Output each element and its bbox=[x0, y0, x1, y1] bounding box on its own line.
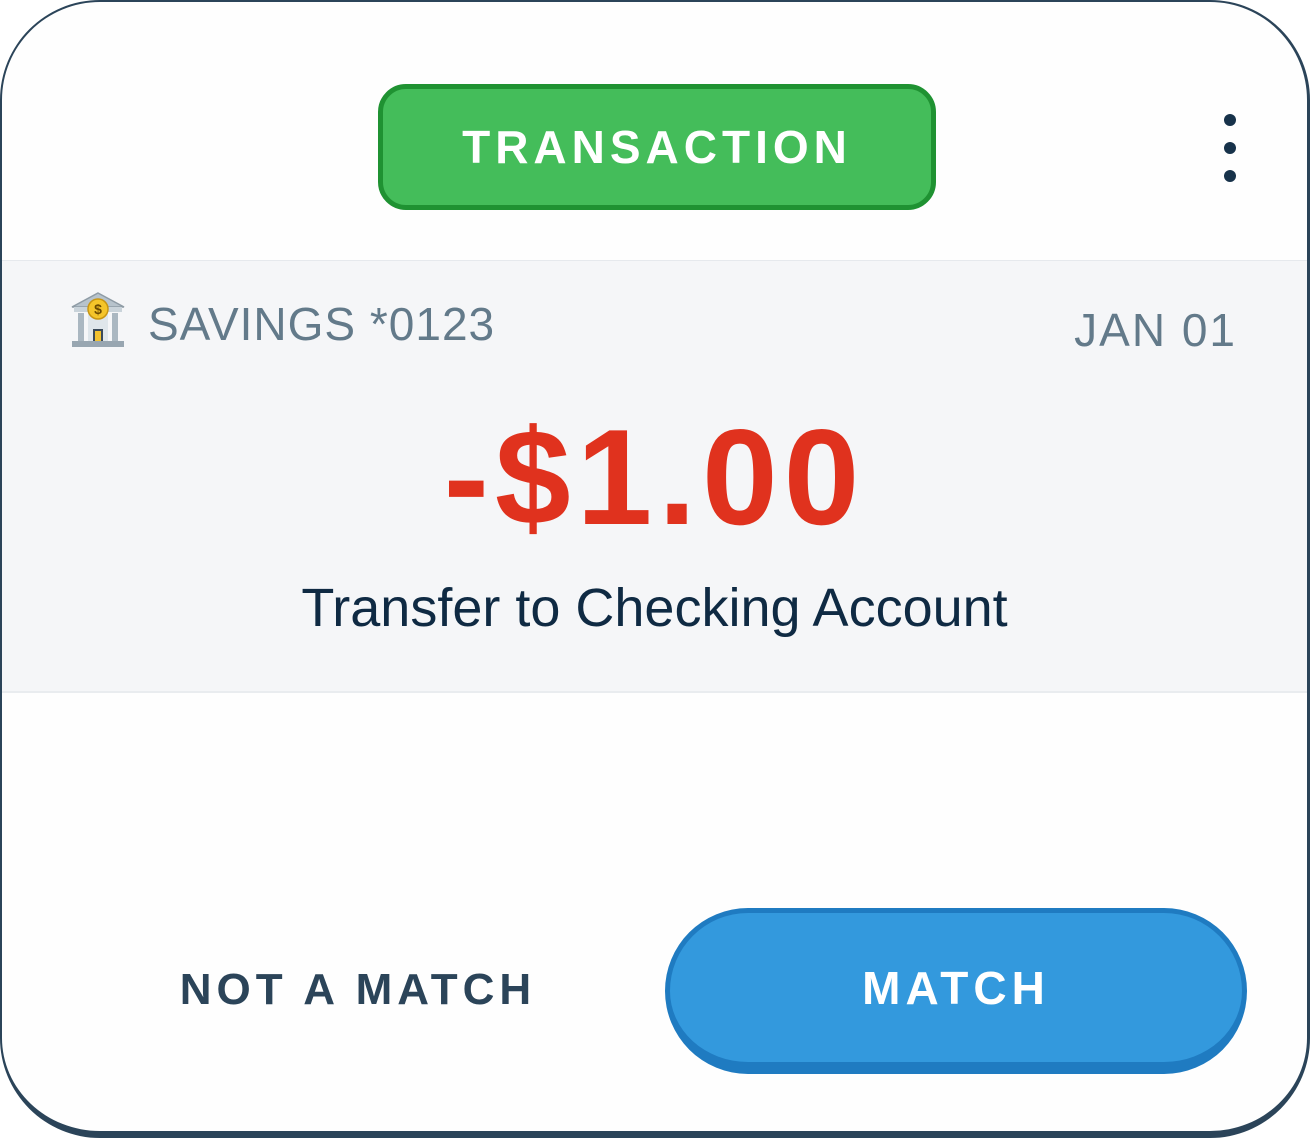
account-label: SAVINGS *0123 bbox=[148, 298, 496, 350]
card-header: TRANSACTION bbox=[2, 2, 1307, 260]
svg-text:$: $ bbox=[94, 301, 102, 317]
match-button[interactable]: MATCH bbox=[665, 908, 1247, 1074]
more-dot bbox=[1224, 114, 1236, 126]
transaction-date: JAN 01 bbox=[1074, 304, 1237, 356]
more-dot bbox=[1224, 142, 1236, 154]
transaction-tag-label: TRANSACTION bbox=[462, 121, 852, 173]
more-vertical-icon[interactable] bbox=[1208, 114, 1252, 182]
transaction-description: Transfer to Checking Account bbox=[301, 578, 1008, 638]
transaction-amount: -$1.00 bbox=[443, 401, 866, 553]
more-dot bbox=[1224, 170, 1236, 182]
transaction-tag: TRANSACTION bbox=[378, 84, 936, 210]
not-a-match-button[interactable]: NOT A MATCH bbox=[152, 942, 564, 1038]
bank-icon: $ bbox=[71, 292, 125, 347]
transaction-details: $ SAVINGS *0123 JAN 01 -$1.00 Transfer t… bbox=[2, 260, 1307, 693]
transaction-match-card: TRANSACTION $ SAVINGS *0123 JAN 01 -$1.0… bbox=[0, 0, 1310, 1138]
